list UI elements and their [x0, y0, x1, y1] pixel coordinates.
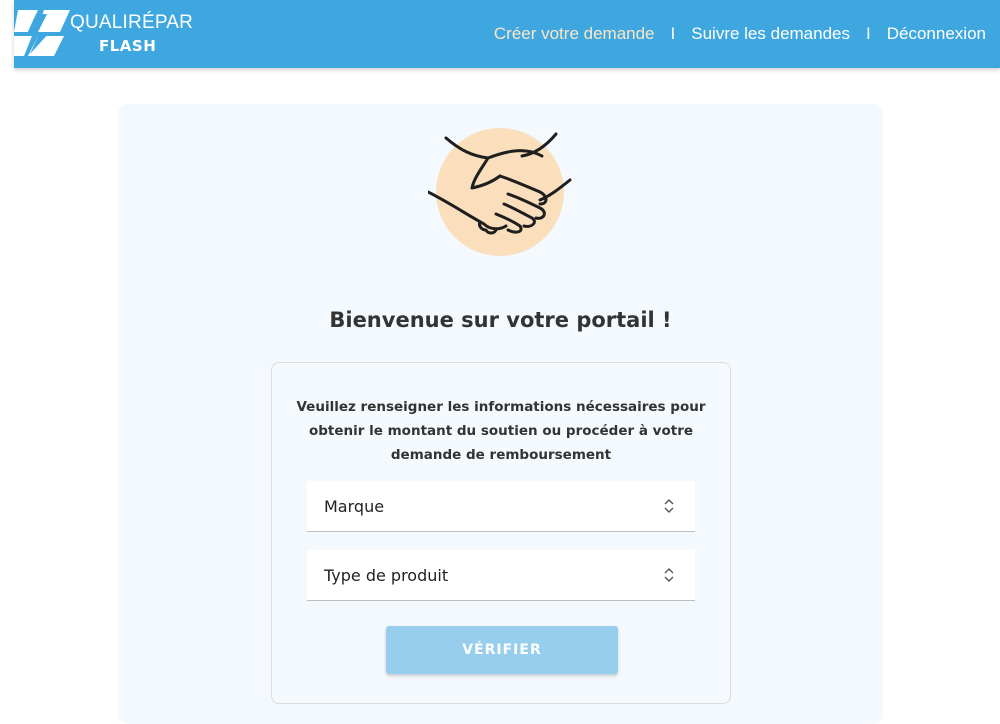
chevron-up-down-icon [664, 568, 674, 582]
qualirepar-flash-logo[interactable]: QUALIRÉPAR FLASH [14, 8, 214, 60]
lightning-logo-icon [14, 10, 70, 56]
main-nav: Créer votre demande I Suivre les demande… [494, 24, 986, 44]
handshake-icon [428, 128, 572, 256]
form-instructions: Veuillez renseigner les informations néc… [296, 399, 706, 463]
app-header: QUALIRÉPAR FLASH Créer votre demande I S… [14, 0, 1000, 68]
nav-separator: I [670, 24, 676, 43]
logo-subtitle: FLASH [99, 37, 157, 55]
nav-logout[interactable]: Déconnexion [887, 24, 986, 44]
brand-select-value: Marque [324, 497, 385, 516]
product-type-select-value: Type de produit [324, 566, 449, 585]
eligibility-form: Veuillez renseigner les informations néc… [271, 362, 731, 704]
page-title: Bienvenue sur votre portail ! [329, 308, 672, 332]
nav-separator: I [866, 24, 871, 43]
chevron-up-down-icon [664, 499, 674, 513]
welcome-card: Bienvenue sur votre portail ! Veuillez r… [118, 104, 883, 724]
verify-button[interactable]: VÉRIFIER [386, 626, 618, 674]
nav-track-requests[interactable]: Suivre les demandes [691, 24, 850, 44]
brand-select[interactable]: Marque [307, 481, 695, 532]
product-type-select[interactable]: Type de produit [307, 550, 695, 601]
logo-wordmark: QUALIRÉPAR [70, 12, 194, 33]
nav-create-request[interactable]: Créer votre demande [494, 24, 655, 44]
